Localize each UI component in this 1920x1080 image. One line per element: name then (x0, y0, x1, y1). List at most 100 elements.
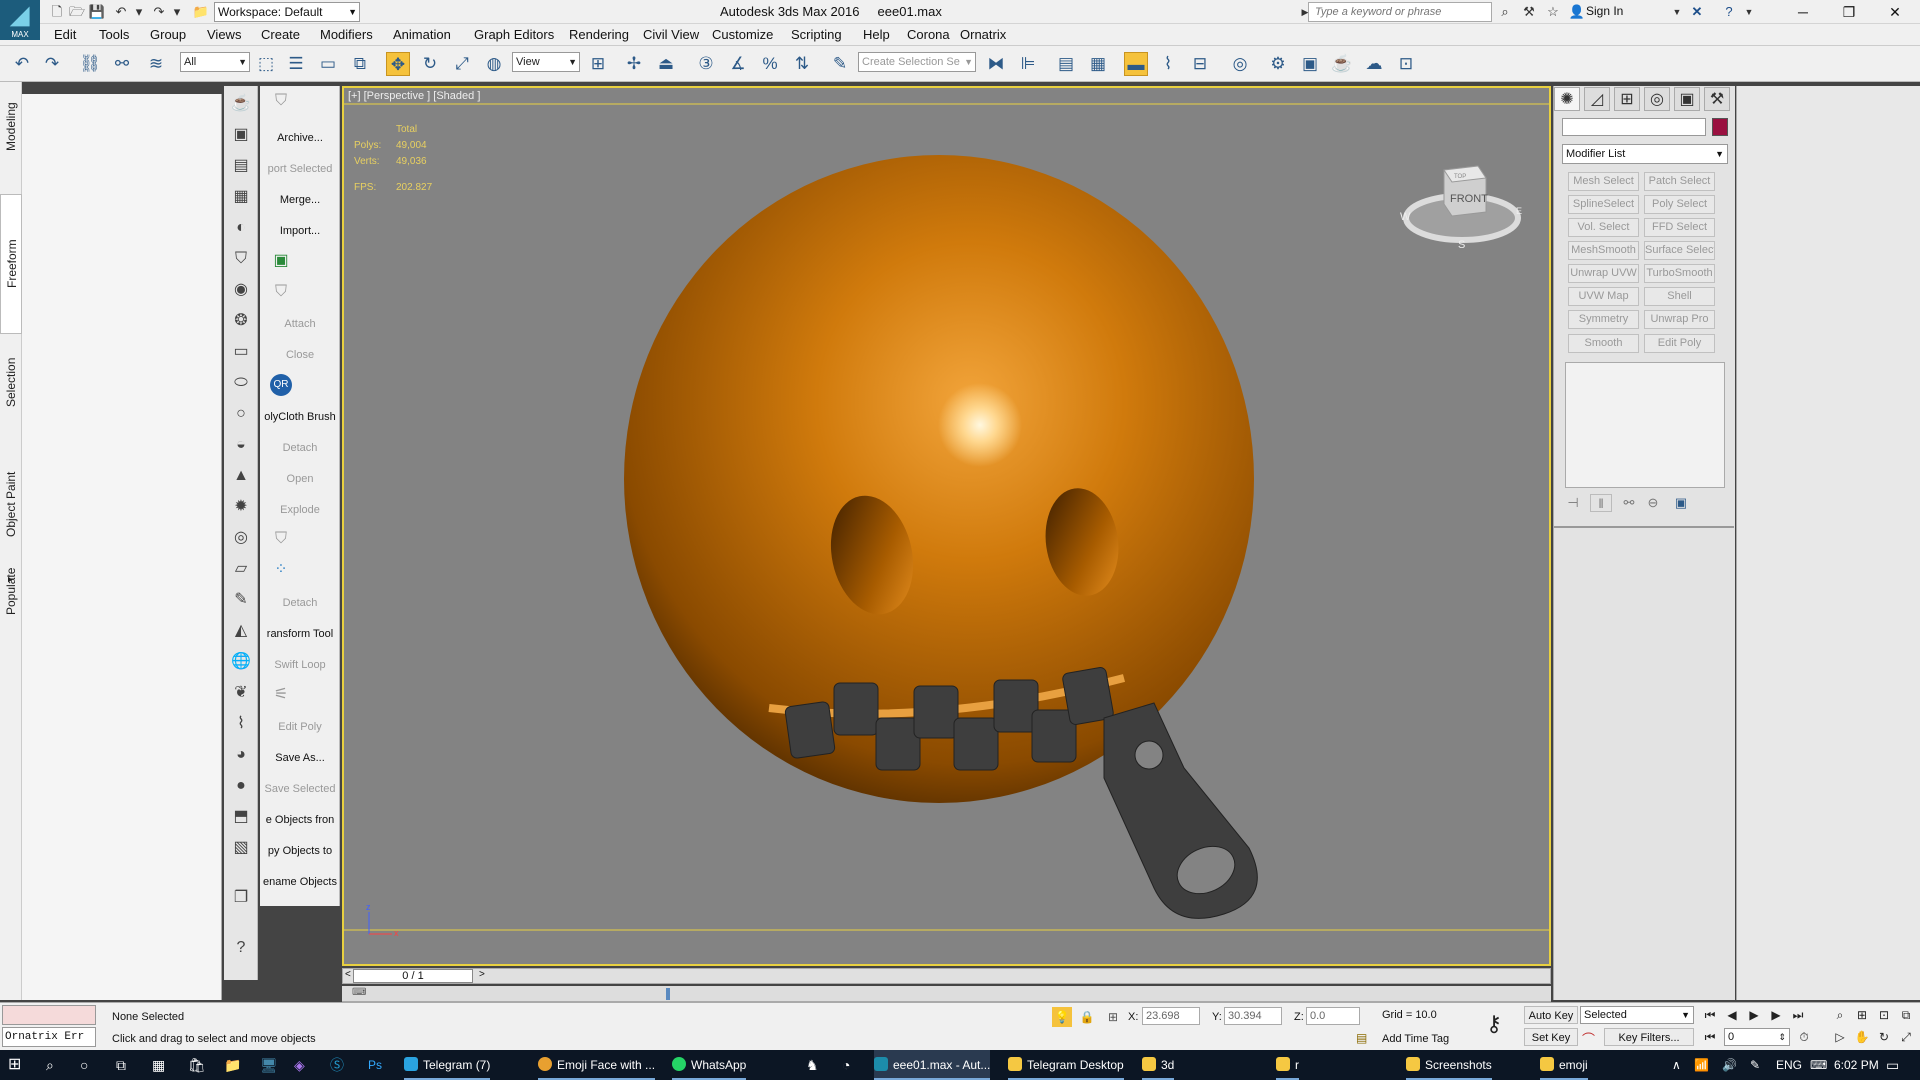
select-and-scale-icon[interactable]: ⤢ (450, 52, 474, 76)
isolate-selection-icon[interactable]: 💡 (1052, 1007, 1072, 1027)
auto-key-button[interactable]: Auto Key (1524, 1006, 1578, 1024)
align-icon[interactable]: ⊫ (1016, 52, 1040, 76)
windows-start-icon[interactable]: ⊞ (8, 1050, 21, 1080)
pen-icon[interactable]: ✎ (1750, 1050, 1760, 1080)
tray-expand-icon[interactable]: ∧ (1672, 1050, 1681, 1080)
rectangular-selection-icon[interactable]: ▭ (316, 52, 340, 76)
document-icon[interactable]: ▤ (229, 154, 253, 178)
y-coordinate-field[interactable]: 30.394 (1224, 1007, 1282, 1025)
taskbar-item-3dsmax[interactable]: eee01.max - Aut... (874, 1050, 991, 1080)
unwrap-pro-button[interactable]: Unwrap Pro (1644, 310, 1715, 329)
z-coordinate-field[interactable]: 0.0 (1306, 1007, 1360, 1025)
speaker-icon[interactable]: ◉ (229, 278, 253, 302)
menu-views[interactable]: Views (207, 27, 241, 42)
binoculars-icon[interactable]: ⌕ (1496, 3, 1514, 21)
snaps-toggle-icon[interactable]: ③ (694, 52, 718, 76)
new-file-icon[interactable]: 🗋 (48, 3, 66, 21)
unlink-icon[interactable]: ⚯ (110, 52, 134, 76)
teapot-icon[interactable]: ☕ (229, 92, 253, 116)
current-frame-field[interactable]: 0 ⇕ (1724, 1028, 1790, 1046)
menu-graph-editors[interactable]: Graph Editors (474, 27, 554, 42)
taskbar-item-whatsapp[interactable]: WhatsApp (672, 1050, 747, 1080)
display-tab-icon[interactable]: ▣ (1674, 87, 1700, 111)
detach-button-2[interactable]: Detach (260, 597, 339, 609)
key-mode-toggle-icon[interactable]: ⏮ (1700, 1028, 1720, 1046)
help-icon[interactable]: ? (229, 936, 253, 960)
render-setup-icon[interactable]: ⚙ (1266, 52, 1290, 76)
close-button[interactable]: Close (260, 349, 339, 361)
previous-frame-icon[interactable]: ◀ (1722, 1006, 1742, 1024)
taskbar-item-chrome[interactable]: Emoji Face with ... (538, 1050, 656, 1080)
swift-loop-button[interactable]: Swift Loop (260, 659, 339, 671)
box-icon[interactable]: ▭ (229, 340, 253, 364)
menu-scripting[interactable]: Scripting (791, 27, 842, 42)
water-icon[interactable]: ▧ (229, 836, 253, 860)
time-slider[interactable]: < 0 / 1 > (342, 968, 1551, 984)
poly-select-button[interactable]: Poly Select (1644, 195, 1715, 214)
render-production-icon[interactable]: ☕ (1330, 52, 1354, 76)
app-icon-1[interactable]: ♞ (806, 1050, 819, 1080)
spinner-snap-icon[interactable]: ⇅ (790, 52, 814, 76)
schematic-view-icon[interactable]: ⊟ (1188, 52, 1212, 76)
modifier-stack[interactable] (1565, 362, 1725, 488)
merge-button[interactable]: Merge... (260, 194, 339, 206)
bind-space-warp-icon[interactable]: ≋ (144, 52, 168, 76)
paint-icon[interactable]: ✎ (229, 588, 253, 612)
detach-button[interactable]: Detach (260, 442, 339, 454)
taskbar-item-emoji[interactable]: emoji (1540, 1050, 1588, 1080)
file-explorer-icon[interactable]: 📁 (224, 1050, 241, 1080)
track-bar-marker[interactable] (666, 988, 670, 1000)
attach-button[interactable]: Attach (260, 318, 339, 330)
vol-select-button[interactable]: Vol. Select (1568, 218, 1639, 237)
polycloth-brush-button[interactable]: olyCloth Brush (260, 411, 339, 423)
film-icon[interactable]: ❂ (229, 309, 253, 333)
zipper[interactable] (784, 667, 1258, 919)
taskbar-item-3d[interactable]: 3d (1142, 1050, 1175, 1080)
menu-customize[interactable]: Customize (712, 27, 773, 42)
close-icon[interactable]: ✕ (1872, 0, 1918, 24)
maximize-viewport-icon[interactable]: ⤢ (1896, 1028, 1916, 1046)
save-file-icon[interactable]: 💾 (88, 3, 106, 21)
reference-coordinate-dropdown[interactable]: View ▼ (512, 52, 580, 72)
layers-icon[interactable]: ❐ (229, 886, 253, 910)
save-as-button[interactable]: Save As... (260, 752, 339, 764)
copy-objects-button[interactable]: py Objects to (260, 845, 339, 857)
taskbar-item-telegram-desktop[interactable]: Telegram Desktop (1008, 1050, 1124, 1080)
store-icon[interactable]: 🛍 (188, 1050, 206, 1080)
edit-poly-modifier-button[interactable]: Edit Poly (1644, 334, 1715, 353)
redo-dropdown-icon[interactable]: ▾ (168, 3, 186, 21)
create-tab-icon[interactable]: ✺ (1554, 87, 1580, 111)
undo-dropdown-icon[interactable]: ▾ (130, 3, 148, 21)
spinner-icon[interactable]: ⇕ (1778, 1029, 1786, 1045)
a360-gallery-icon[interactable]: ⊡ (1394, 52, 1418, 76)
show-end-result-icon[interactable]: ‖ (1590, 494, 1612, 512)
menu-edit[interactable]: Edit (54, 27, 76, 42)
go-to-start-icon[interactable]: ⏮ (1700, 1006, 1720, 1024)
track-bar[interactable]: ⌨ (342, 986, 1551, 1002)
named-selection-dropdown[interactable]: Create Selection Se ▼ (858, 52, 976, 72)
chevron-left-icon[interactable]: < (345, 969, 351, 980)
default-tangents-icon[interactable]: ⌒ (1582, 1029, 1595, 1048)
zoom-extents-all-icon[interactable]: ⧉ (1896, 1006, 1916, 1024)
transform-tool-button[interactable]: ransform Tool (260, 628, 339, 640)
ellipse-icon[interactable]: ⬭ (229, 371, 253, 395)
smooth-button[interactable]: Smooth (1568, 334, 1639, 353)
go-to-end-icon[interactable]: ⏭ (1788, 1006, 1808, 1024)
mesh-select-button[interactable]: Mesh Select (1568, 172, 1639, 191)
play-icon[interactable]: ▶ (1744, 1006, 1764, 1024)
volume-icon[interactable]: 🔊 (1722, 1050, 1737, 1080)
track-bar-menu-icon[interactable]: ⌨ (352, 987, 366, 998)
modifier-list-dropdown[interactable]: Modifier List ▼ (1562, 144, 1728, 164)
edit-poly-button[interactable]: Edit Poly (260, 721, 339, 733)
menu-group[interactable]: Group (150, 27, 186, 42)
key-selection-dropdown[interactable]: Selected ▼ (1580, 1006, 1694, 1024)
archive-button[interactable]: Archive... (260, 132, 339, 144)
orbit-icon[interactable]: ↻ (1874, 1028, 1894, 1046)
object-name-field[interactable] (1562, 118, 1706, 136)
project-folder-icon[interactable]: 📁 (192, 3, 210, 21)
link-icon[interactable]: ⛓ (78, 52, 102, 76)
render-cloud-icon[interactable]: ☁ (1362, 52, 1386, 76)
remove-modifier-icon[interactable]: ⊖ (1642, 494, 1664, 512)
select-object-icon[interactable]: ⬚ (254, 52, 278, 76)
redo-icon[interactable]: ↷ (40, 52, 64, 76)
